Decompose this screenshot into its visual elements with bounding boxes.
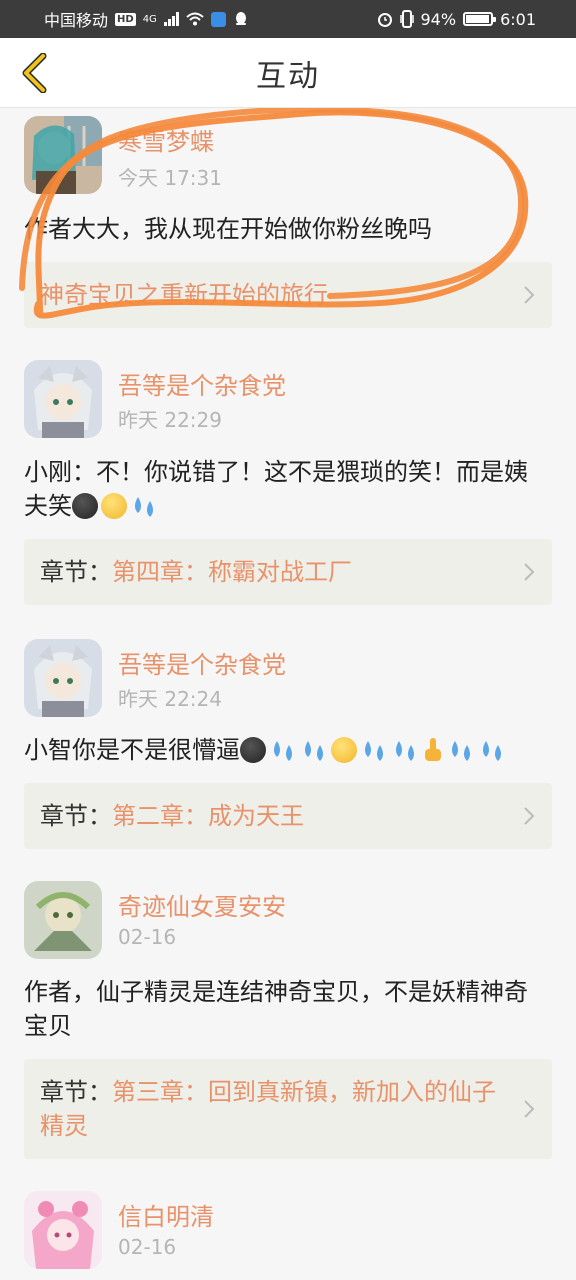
sweat-drops-icon — [396, 741, 414, 761]
dark-face-icon — [72, 493, 98, 519]
avatar[interactable] — [24, 881, 102, 959]
hd-badge: HD — [115, 12, 136, 26]
chapter-prefix: 章节： — [40, 802, 112, 830]
chapter-link[interactable]: 章节：第二章：成为天王 — [24, 783, 552, 849]
chapter-label: 章节：第二章：成为天王 — [40, 799, 304, 833]
battery-percent: 94% — [420, 9, 457, 29]
comment-item: 奇迹仙女夏安安 02-16 作者，仙子精灵是连结神奇宝贝，不是妖精神奇宝贝 章节… — [0, 841, 576, 1159]
sweat-drops-icon — [135, 497, 153, 517]
avatar[interactable] — [24, 1191, 102, 1269]
comment-text: 小刚：不！你说错了！这不是猥琐的笑！而是姨夫笑 — [24, 455, 548, 523]
dark-face-icon — [240, 737, 266, 763]
clock: 6:01 — [500, 9, 536, 29]
comment-text: 作者，仙子精灵是连结神奇宝贝，不是妖精神奇宝贝 — [24, 978, 528, 1040]
comment-item: 吾等是个杂食党 昨天 22:24 小智你是不是很懵逼 章节：第二章：成为天王 — [0, 597, 576, 849]
chevron-right-icon — [524, 286, 535, 304]
back-button[interactable] — [12, 50, 56, 96]
comment-feed[interactable]: 寒雪梦蝶 今天 17:31 作者大大，我从现在开始做你粉丝晚吗 神奇宝贝之重新开… — [0, 108, 576, 1280]
back-arrow-icon — [22, 53, 47, 93]
comment-text: 小智你是不是很懵逼 — [24, 733, 548, 767]
sweat-drops-icon — [452, 741, 470, 761]
chapter-title: 第二章：成为天王 — [112, 802, 304, 830]
comment-author[interactable]: 寒雪梦蝶 — [118, 122, 214, 157]
network-label: 4G — [142, 13, 157, 25]
sweat-drops-icon — [274, 741, 292, 761]
comment-text-content: 小刚：不！你说错了！这不是猥琐的笑！而是姨夫笑 — [24, 458, 528, 520]
avatar[interactable] — [24, 360, 102, 438]
avatar[interactable] — [24, 116, 102, 194]
nav-bar: 互动 — [0, 38, 576, 108]
comment-author[interactable]: 吾等是个杂食党 — [118, 366, 286, 401]
comment-text-content: 小智你是不是很懵逼 — [24, 736, 240, 764]
comment-item: 信白明清 02-16 — [0, 1153, 576, 1280]
chapter-prefix: 章节： — [40, 558, 112, 586]
middle-finger-icon — [425, 738, 441, 761]
chevron-right-icon — [524, 563, 535, 581]
comment-author[interactable]: 吾等是个杂食党 — [118, 645, 286, 680]
status-bar: 中国移动 HD 4G 94% 6:01 — [0, 0, 576, 38]
app-notification-icon — [210, 11, 226, 27]
page-title: 互动 — [256, 58, 320, 94]
wifi-icon — [186, 12, 204, 26]
status-right: 94% 6:01 — [377, 9, 536, 29]
comment-author[interactable]: 奇迹仙女夏安安 — [118, 887, 286, 922]
chapter-label: 神奇宝贝之重新开始的旅行 — [40, 278, 328, 312]
smirk-face-icon — [101, 493, 127, 519]
battery-icon — [463, 12, 497, 26]
chapter-prefix: 章节： — [40, 1078, 112, 1106]
chapter-label: 章节：第三章：回到真新镇，新加入的仙子精灵 — [40, 1075, 502, 1143]
chapter-link[interactable]: 神奇宝贝之重新开始的旅行 — [24, 262, 552, 328]
chapter-title: 第四章：称霸对战工厂 — [112, 558, 352, 586]
comment-time: 昨天 22:24 — [118, 687, 222, 711]
signal-icon — [163, 12, 179, 26]
comment-time: 今天 17:31 — [118, 166, 222, 190]
comment-time: 02-16 — [118, 925, 177, 949]
avatar[interactable] — [24, 639, 102, 717]
sweat-drops-icon — [483, 741, 501, 761]
comment-text: 作者大大，我从现在开始做你粉丝晚吗 — [24, 215, 432, 243]
comment-author[interactable]: 信白明清 — [118, 1197, 214, 1232]
status-left: 中国移动 HD 4G — [44, 7, 249, 31]
carrier-label: 中国移动 — [44, 11, 109, 30]
comment-time: 昨天 22:29 — [118, 408, 222, 432]
comment-time: 02-16 — [118, 1235, 177, 1259]
chapter-label: 章节：第四章：称霸对战工厂 — [40, 555, 352, 589]
chevron-right-icon — [524, 807, 535, 825]
vibrate-icon — [399, 10, 414, 28]
comment-item: 寒雪梦蝶 今天 17:31 作者大大，我从现在开始做你粉丝晚吗 神奇宝贝之重新开… — [0, 108, 576, 353]
chapter-link[interactable]: 章节：第三章：回到真新镇，新加入的仙子精灵 — [24, 1059, 552, 1159]
comment-item: 吾等是个杂食党 昨天 22:29 小刚：不！你说错了！这不是猥琐的笑！而是姨夫笑… — [0, 353, 576, 605]
chapter-link[interactable]: 章节：第四章：称霸对战工厂 — [24, 539, 552, 605]
sweat-drops-icon — [305, 741, 323, 761]
alarm-icon — [377, 13, 392, 27]
qq-icon — [235, 12, 246, 25]
smirk-face-icon — [331, 737, 357, 763]
chevron-right-icon — [524, 1100, 535, 1118]
chapter-title: 神奇宝贝之重新开始的旅行 — [40, 281, 328, 309]
sweat-drops-icon — [365, 741, 383, 761]
